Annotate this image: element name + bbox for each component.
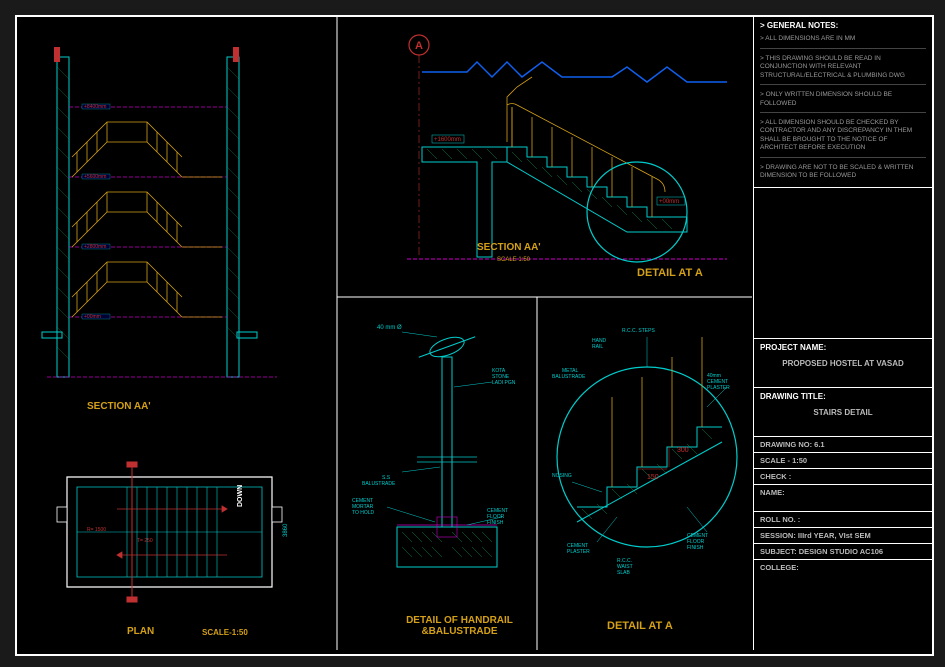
note-1: > THIS DRAWING SHOULD BE READ IN CONJUNC…	[760, 53, 926, 82]
title-block-gap	[754, 188, 932, 339]
svg-text:FINISH: FINISH	[687, 545, 704, 551]
plan-drawing: R= 1500 T= 250 3860 DOWN	[37, 447, 327, 617]
section-top-subtitle: DETAIL AT A	[637, 267, 703, 279]
handrail-drawing: 40 mm Ø KOTA STONE LADI PGN S.S BALUSTRA…	[347, 307, 532, 607]
svg-text:NOSING: NOSING	[552, 473, 572, 479]
svg-text:+2800mm: +2800mm	[84, 244, 106, 250]
section-top-scale: SCALE 1:50	[497, 257, 530, 263]
drawing-title-section: DRAWING TITLE: STAIRS DETAIL	[754, 388, 932, 437]
note-0: > ALL DIMENSIONS ARE IN MM	[760, 33, 926, 45]
section-aa-drawing: +8400mm +5600mm +2800mm +00mm	[27, 47, 327, 397]
svg-text:3860: 3860	[283, 523, 289, 537]
note-4: > DRAWING ARE NOT TO BE SCALED & WRITTEN…	[760, 162, 926, 183]
rollno-row: ROLL NO. :	[754, 512, 932, 528]
svg-text:BALUSTRADE: BALUSTRADE	[552, 374, 586, 380]
general-notes-heading: > GENERAL NOTES:	[760, 21, 926, 31]
subject-row: SUBJECT: DESIGN STUDIO AC106	[754, 544, 932, 560]
detail-a-panel: 300 150 R.C.C. STEPS 40mm CEMENT PLASTER…	[547, 307, 747, 647]
plan-scale: SCALE-1:50	[202, 628, 248, 637]
scale-row: SCALE - 1:50	[754, 453, 932, 469]
project-name-section: PROJECT NAME: PROPOSED HOSTEL AT VASAD	[754, 339, 932, 388]
plan-panel: R= 1500 T= 250 3860 DOWN PLAN SCALE-1:50	[37, 447, 327, 637]
detail-a-drawing: 300 150 R.C.C. STEPS 40mm CEMENT PLASTER…	[547, 307, 747, 607]
svg-text:150: 150	[647, 474, 659, 481]
drawing-sheet: > GENERAL NOTES: > ALL DIMENSIONS ARE IN…	[15, 15, 934, 656]
svg-text:LADI PGN: LADI PGN	[492, 380, 516, 386]
drawing-title: STAIRS DETAIL	[760, 404, 926, 418]
college-row: COLLEGE:	[754, 560, 932, 575]
handrail-panel: 40 mm Ø KOTA STONE LADI PGN S.S BALUSTRA…	[347, 307, 532, 647]
section-aa-title: SECTION AA'	[87, 401, 151, 412]
section-detail-drawing: A	[347, 27, 742, 287]
drawing-title-label: DRAWING TITLE:	[760, 392, 926, 402]
svg-text:+1600mm: +1600mm	[434, 137, 461, 143]
svg-text:TO HOLD: TO HOLD	[352, 510, 375, 516]
svg-text:+8400mm: +8400mm	[84, 104, 106, 110]
svg-text:A: A	[415, 40, 423, 52]
svg-text:+5600mm: +5600mm	[84, 174, 106, 180]
project-name: PROPOSED HOSTEL AT VASAD	[760, 355, 926, 369]
handrail-title: DETAIL OF HANDRAIL &BALUSTRADE	[387, 615, 532, 637]
svg-text:PLASTER: PLASTER	[707, 385, 730, 391]
section-aa-panel: +8400mm +5600mm +2800mm +00mm SECTION AA…	[27, 47, 327, 427]
section-detail-panel: A	[347, 27, 742, 287]
svg-text:R= 1500: R= 1500	[87, 527, 106, 533]
svg-text:PLASTER: PLASTER	[567, 549, 590, 555]
svg-text:RAIL: RAIL	[592, 344, 603, 350]
title-block: > GENERAL NOTES: > ALL DIMENSIONS ARE IN…	[753, 17, 932, 650]
drawing-no-row: DRAWING NO: 6.1	[754, 437, 932, 453]
svg-text:+00mm: +00mm	[84, 314, 101, 320]
svg-text:FINISH: FINISH	[487, 520, 504, 526]
note-3: > ALL DIMENSION SHOULD BE CHECKED BY CON…	[760, 117, 926, 155]
check-row: CHECK :	[754, 469, 932, 485]
detail-a-title: DETAIL AT A	[607, 620, 673, 632]
svg-text:300: 300	[677, 447, 689, 454]
svg-text:DOWN: DOWN	[237, 485, 244, 507]
svg-text:SLAB: SLAB	[617, 570, 630, 576]
svg-text:T= 250: T= 250	[137, 538, 153, 544]
note-2: > ONLY WRITTEN DIMENSION SHOULD BE FOLLO…	[760, 89, 926, 110]
name-row: NAME:	[754, 485, 932, 512]
general-notes-section: > GENERAL NOTES: > ALL DIMENSIONS ARE IN…	[754, 17, 932, 188]
session-row: SESSION: IIIrd YEAR, VIst SEM	[754, 528, 932, 544]
svg-text:R.C.C. STEPS: R.C.C. STEPS	[622, 328, 655, 334]
project-name-label: PROJECT NAME:	[760, 343, 926, 353]
svg-text:BALUSTRADE: BALUSTRADE	[362, 481, 396, 487]
section-top-title: SECTION AA'	[477, 242, 541, 253]
svg-text:40 mm Ø: 40 mm Ø	[377, 325, 402, 331]
plan-title: PLAN	[127, 626, 154, 637]
drawing-area: +8400mm +5600mm +2800mm +00mm SECTION AA…	[17, 17, 752, 650]
svg-text:+00mm: +00mm	[659, 199, 679, 205]
